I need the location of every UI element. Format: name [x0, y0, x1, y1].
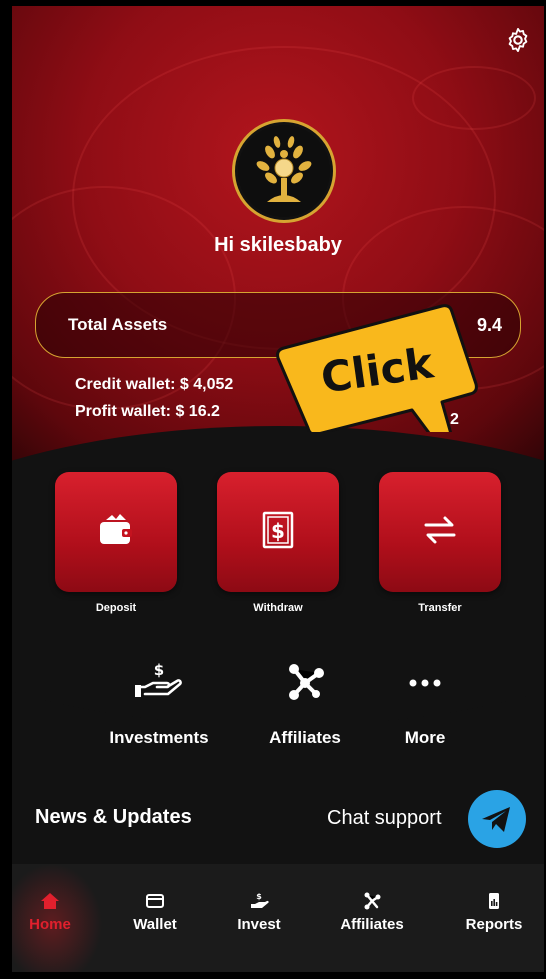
nav-reports[interactable]: Reports: [444, 892, 544, 933]
nav-home-label: Home: [29, 916, 71, 933]
investments-label: Investments: [109, 728, 209, 747]
settings-gear-icon[interactable]: [504, 26, 532, 54]
wallet-icon: [100, 514, 132, 544]
home-icon: [41, 893, 59, 909]
nav-invest[interactable]: $ Invest: [209, 892, 309, 933]
transfer-button[interactable]: [379, 472, 501, 592]
deposit-button[interactable]: [55, 472, 177, 592]
nav-affiliates[interactable]: Affiliates: [322, 892, 422, 933]
telegram-icon[interactable]: [468, 790, 526, 848]
credit-wallet-balance: Credit wallet: $ 4,052: [75, 376, 234, 393]
news-updates-heading: News & Updates: [35, 806, 192, 828]
total-assets-label: Total Assets: [68, 315, 168, 334]
bottom-navigation: Home Wallet $ Invest Affiliates Reports: [12, 864, 544, 972]
swap-arrows-icon: [424, 516, 456, 544]
hand-dollar-icon: $: [135, 661, 182, 697]
hand-dollar-icon: $: [251, 892, 269, 908]
cloud-pattern: [412, 66, 536, 130]
chat-support-label[interactable]: Chat support: [327, 807, 442, 830]
deposit-label: Deposit: [95, 602, 137, 614]
greeting: Hi skilesbaby: [214, 234, 342, 256]
wallet-icon: [146, 894, 164, 908]
network-icon: [364, 892, 381, 910]
withdraw-button[interactable]: $: [217, 472, 339, 592]
dollar-document-icon: $: [262, 511, 294, 549]
nav-invest-label: Invest: [237, 916, 281, 933]
svg-text:$: $: [256, 892, 262, 901]
avatar: [232, 119, 336, 223]
nav-wallet[interactable]: Wallet: [105, 892, 205, 933]
nav-reports-label: Reports: [465, 916, 523, 933]
more-label: More: [404, 728, 446, 747]
withdraw-label: Withdraw: [253, 602, 303, 614]
nav-wallet-label: Wallet: [133, 916, 177, 933]
app-screen: Hi skilesbaby Total Assets 9.4 Credit wa…: [12, 6, 544, 972]
svg-text:$: $: [271, 519, 285, 543]
svg-text:$: $: [154, 661, 164, 679]
nav-affiliates-label: Affiliates: [340, 916, 404, 933]
profit-wallet-balance: Profit wallet: $ 16.2: [75, 403, 220, 420]
network-icon: [289, 664, 324, 700]
report-icon: [489, 893, 499, 909]
transfer-label: Transfer: [418, 602, 462, 614]
nav-home[interactable]: Home: [12, 892, 100, 933]
more-dots-icon: [409, 679, 441, 687]
